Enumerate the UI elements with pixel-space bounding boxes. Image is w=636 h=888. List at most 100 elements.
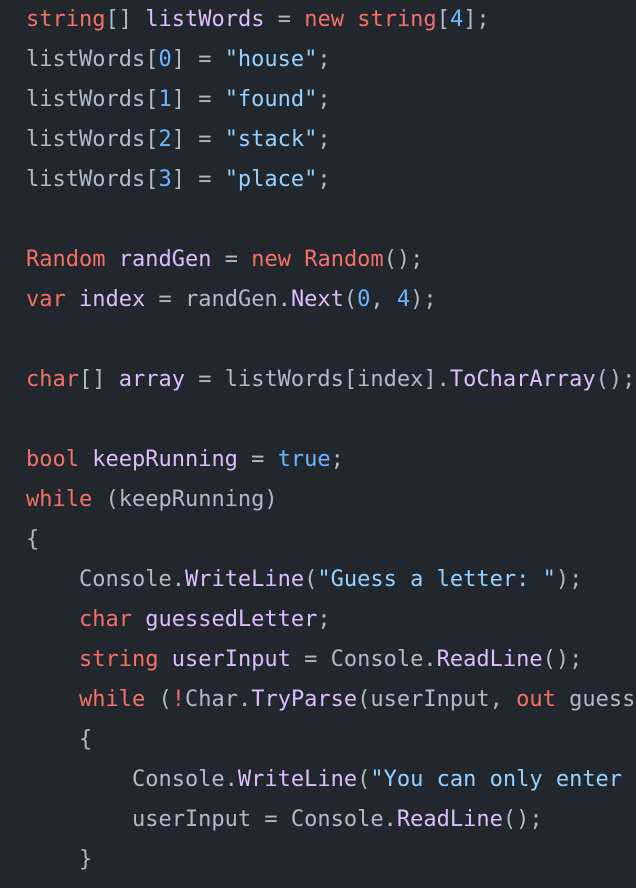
code-line[interactable]: Console.WriteLine("Guess a letter: "); — [26, 560, 636, 600]
code-token: listWords[ — [26, 127, 159, 152]
code-token: (); — [542, 647, 583, 672]
code-line[interactable]: bool keepRunning = true; — [26, 440, 636, 480]
code-token: = Console. — [290, 647, 437, 672]
code-token: (keepRunning) — [92, 487, 278, 512]
code-token: { — [26, 527, 40, 552]
code-token: 0 — [357, 287, 371, 312]
code-editor[interactable]: string[] listWords = new string[4]; listW… — [26, 0, 636, 888]
code-line[interactable]: Console.WriteLine("You can only enter ( — [26, 760, 636, 800]
code-token: ] = — [171, 167, 225, 192]
code-token: Next — [290, 287, 344, 312]
code-token: ; — [317, 47, 331, 72]
code-line[interactable]: var index = randGen.Next(0, 4); — [26, 280, 636, 320]
code-token: ; — [330, 447, 344, 472]
code-line[interactable]: userInput = Console.ReadLine(); — [26, 800, 636, 840]
code-token: TryParse — [251, 687, 358, 712]
code-token: char — [26, 367, 79, 392]
code-line[interactable]: while (!Char.TryParse(userInput, out gue… — [26, 680, 636, 720]
code-token: true — [277, 447, 331, 472]
code-token: ( — [343, 287, 358, 312]
code-token: Random — [26, 247, 106, 272]
code-token: WriteLine — [237, 767, 358, 792]
code-token: randGen — [118, 247, 212, 272]
code-token: 0 — [158, 47, 172, 72]
code-token: keepRunning — [92, 447, 238, 472]
code-token: string — [78, 647, 159, 672]
code-token: "house" — [224, 47, 318, 72]
code-token: , — [370, 287, 397, 312]
code-line[interactable]: listWords[0] = "house"; — [26, 40, 636, 80]
code-line[interactable]: char guessedLetter; — [26, 600, 636, 640]
code-token: = randGen. — [145, 287, 291, 312]
code-token: [ — [436, 7, 450, 32]
code-line[interactable]: while (keepRunning) — [26, 480, 636, 520]
code-token: string — [357, 7, 437, 32]
code-token: ; — [317, 167, 331, 192]
code-token: ToCharArray — [449, 367, 596, 392]
code-line[interactable]: listWords[2] = "stack"; — [26, 120, 636, 160]
code-token: userInput = Console. — [26, 807, 397, 832]
code-token: } — [26, 847, 93, 872]
code-token: ; — [317, 127, 331, 152]
code-token: ] = — [171, 47, 225, 72]
code-token: ]; — [463, 7, 490, 32]
code-token: Console. — [26, 767, 238, 792]
code-line[interactable] — [26, 400, 636, 440]
code-token: new — [304, 7, 344, 32]
code-line[interactable]: { — [26, 720, 636, 760]
code-token: guesse — [569, 687, 636, 712]
code-line[interactable]: string userInput = Console.ReadLine(); — [26, 640, 636, 680]
code-token: new — [251, 247, 291, 272]
code-token: ; — [317, 87, 331, 112]
code-token: ( — [304, 567, 318, 592]
code-token: ReadLine — [436, 647, 543, 672]
code-token: "place" — [224, 167, 318, 192]
code-token: "found" — [224, 87, 318, 112]
code-token: (userInput, — [357, 687, 517, 712]
code-token: WriteLine — [184, 567, 305, 592]
code-token: 1 — [158, 87, 172, 112]
code-line[interactable]: listWords[3] = "place"; — [26, 160, 636, 200]
code-token: = — [264, 7, 305, 32]
code-token: (); — [383, 247, 424, 272]
code-token: Char. — [184, 687, 252, 712]
code-token: guessedLetter — [145, 607, 318, 632]
code-line[interactable]: listWords[1] = "found"; — [26, 80, 636, 120]
code-line[interactable]: string[] listWords = new string[4]; — [26, 0, 636, 40]
code-token: index — [79, 287, 146, 312]
code-token: listWords — [145, 7, 265, 32]
code-token: Console. — [26, 567, 185, 592]
code-line[interactable]: { — [26, 520, 636, 560]
code-token: "You can only enter ( — [370, 767, 636, 792]
code-token: while — [26, 487, 93, 512]
code-token: "stack" — [224, 127, 318, 152]
code-line[interactable] — [26, 200, 636, 240]
code-token: userInput — [171, 647, 291, 672]
code-token: 4 — [449, 7, 464, 32]
code-line[interactable]: } — [26, 840, 636, 880]
code-token: "Guess a letter: " — [317, 567, 556, 592]
code-token: ( — [145, 687, 172, 712]
code-line[interactable]: Random randGen = new Random(); — [26, 240, 636, 280]
code-token: string — [26, 7, 106, 32]
code-line[interactable]: char[] array = listWords[index].ToCharAr… — [26, 360, 636, 400]
code-line[interactable] — [26, 320, 636, 360]
code-token: listWords[ — [26, 87, 159, 112]
code-token: while — [78, 687, 146, 712]
code-token: (); — [502, 807, 543, 832]
code-token: listWords[ — [26, 167, 159, 192]
code-token: ReadLine — [396, 807, 503, 832]
code-token: ] = — [171, 87, 225, 112]
code-token: listWords[ — [26, 47, 159, 72]
code-token: Random — [304, 247, 384, 272]
code-token: bool — [26, 447, 79, 472]
code-token: { — [26, 727, 93, 752]
code-token: char — [78, 607, 132, 632]
code-token: 2 — [158, 127, 172, 152]
code-token: [] — [105, 7, 146, 32]
